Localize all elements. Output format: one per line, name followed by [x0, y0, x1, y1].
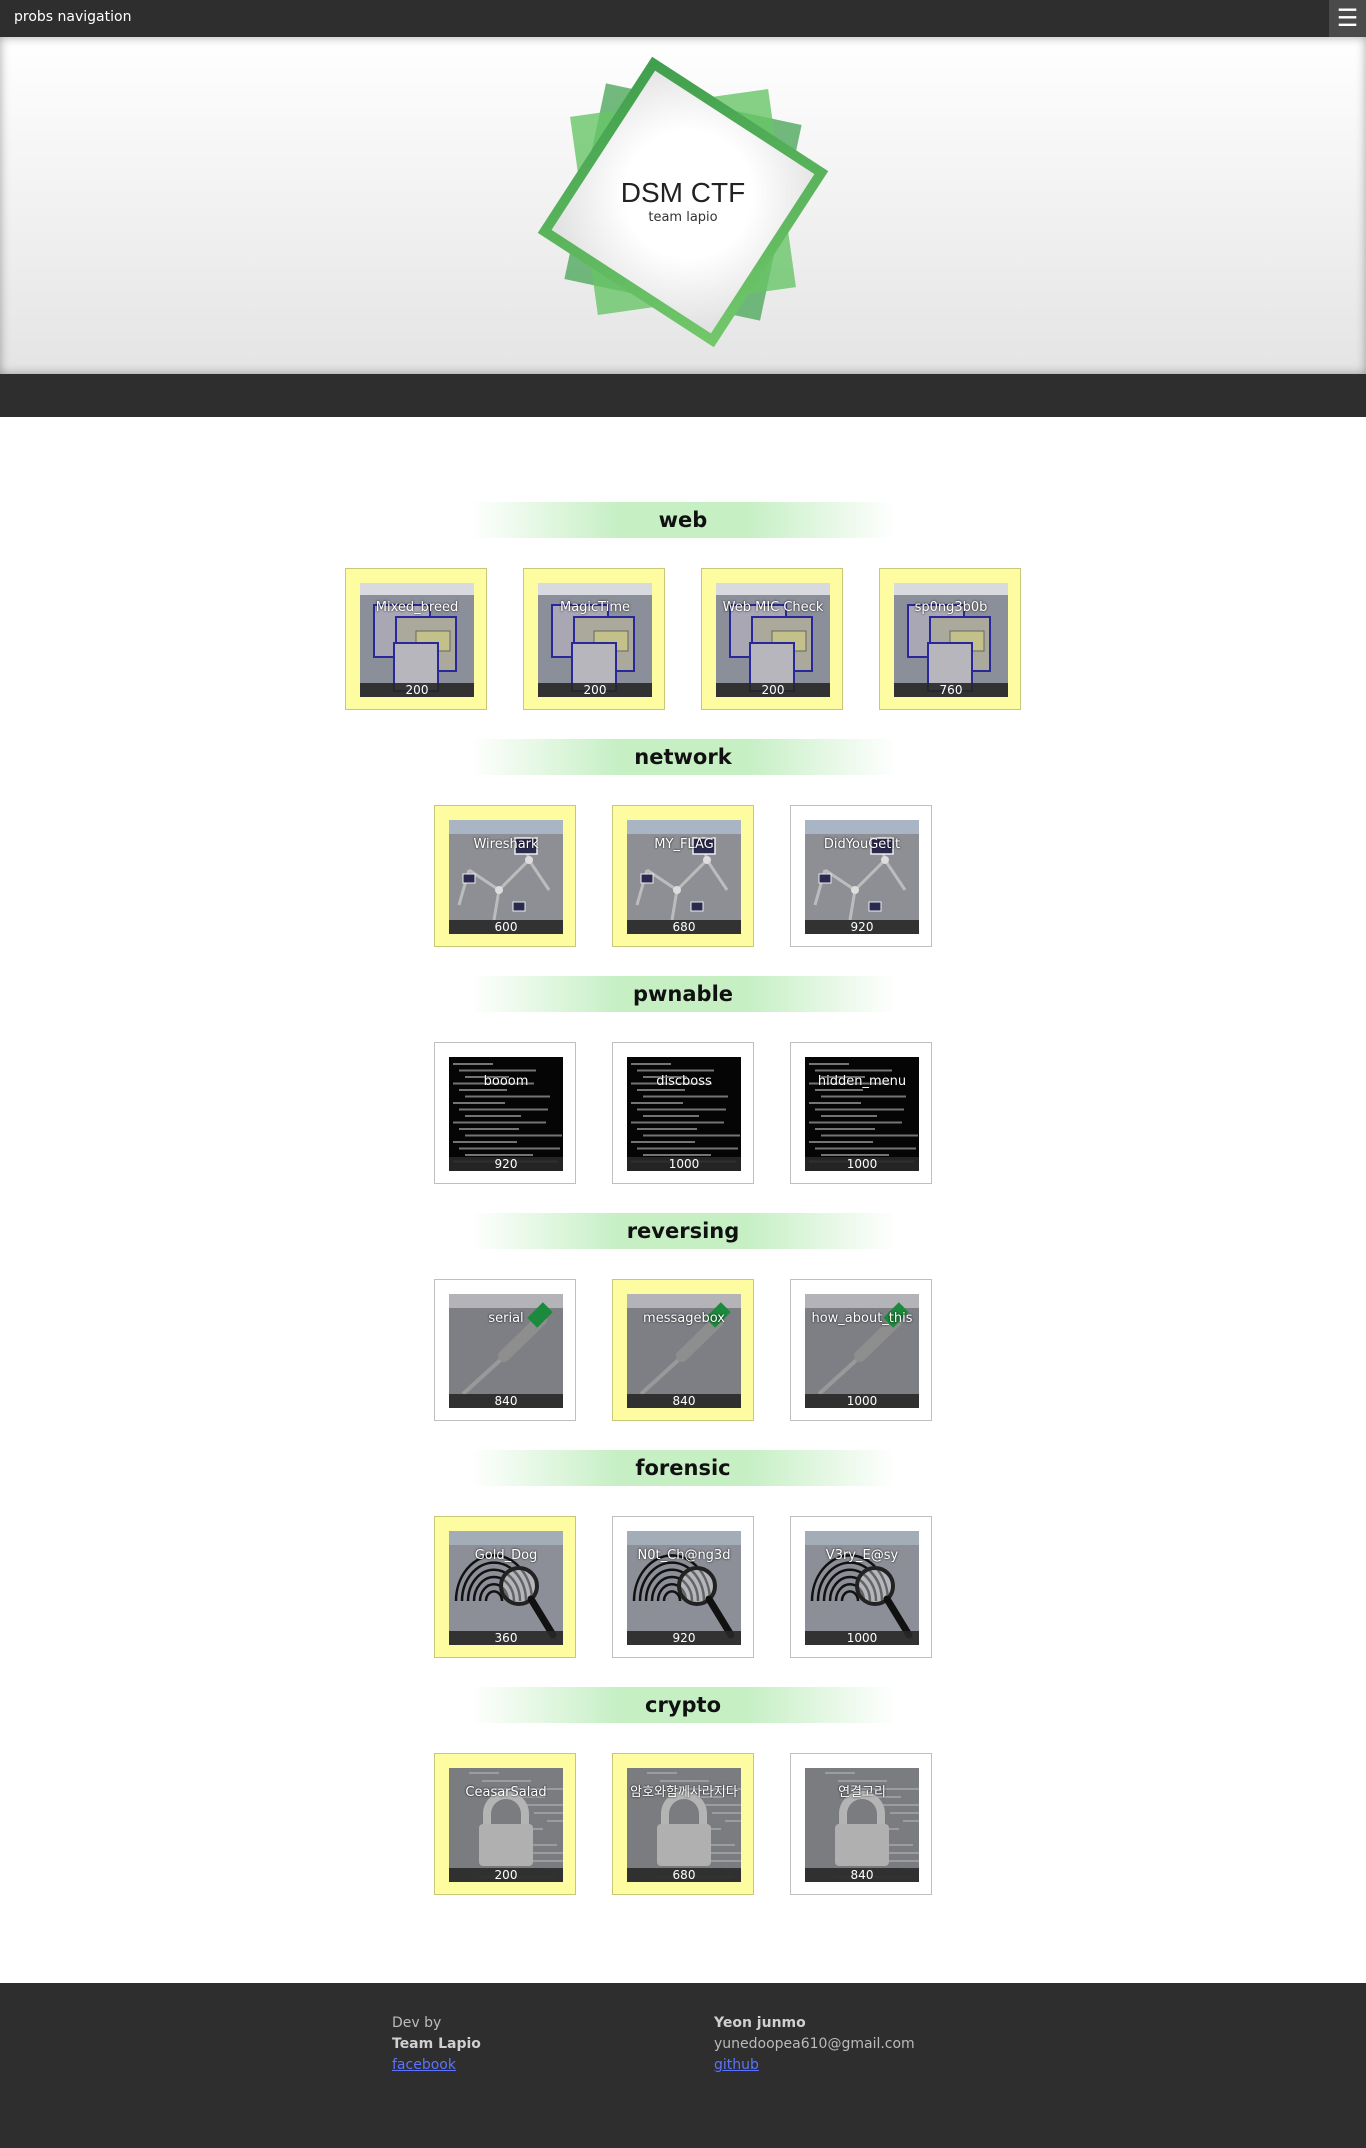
problem-card[interactable]: Web MIC Check 200	[701, 568, 843, 710]
hero-banner: DSM CTF team lapio	[0, 37, 1366, 374]
problem-thumbnail: MagicTime 200	[538, 583, 652, 697]
problem-score: 920	[805, 920, 919, 934]
problem-card[interactable]: Mixed_breed 200	[345, 568, 487, 710]
problem-score: 680	[627, 920, 741, 934]
problem-card[interactable]: MagicTime 200	[523, 568, 665, 710]
problem-score: 1000	[805, 1394, 919, 1408]
category-header-pwnable: pwnable	[470, 976, 896, 1012]
problem-thumbnail: V3ry_E@sy 1000	[805, 1531, 919, 1645]
category-header-forensic: forensic	[470, 1450, 896, 1486]
problem-score: 360	[449, 1631, 563, 1645]
problem-thumbnail: sp0ng3b0b 760	[894, 583, 1008, 697]
hamburger-menu-icon[interactable]: ☰	[1329, 0, 1366, 37]
problem-score: 760	[894, 683, 1008, 697]
problem-thumbnail: serial 840	[449, 1294, 563, 1408]
problem-card[interactable]: 연결고리 840	[790, 1753, 932, 1895]
category-header-web: web	[470, 502, 896, 538]
category-header-crypto: crypto	[470, 1687, 896, 1723]
problem-card[interactable]: discboss 1000	[612, 1042, 754, 1184]
problem-card[interactable]: N0t_Ch@ng3d 920	[612, 1516, 754, 1658]
problem-card[interactable]: serial 840	[434, 1279, 576, 1421]
problem-score: 840	[449, 1394, 563, 1408]
top-nav-bar: probs navigation ☰	[0, 0, 1366, 37]
problem-name: discboss	[656, 1074, 712, 1089]
github-link[interactable]: github	[714, 2057, 759, 2073]
problem-name: sp0ng3b0b	[914, 600, 988, 615]
problem-card[interactable]: CeasarSalad 200	[434, 1753, 576, 1895]
hero-subtitle: team lapio	[648, 210, 718, 225]
problem-name: N0t_Ch@ng3d	[637, 1548, 731, 1563]
problem-thumbnail: messagebox 840	[627, 1294, 741, 1408]
problem-score: 200	[449, 1868, 563, 1882]
category-header-network: network	[470, 739, 896, 775]
problem-score: 840	[627, 1394, 741, 1408]
problem-name: how_about_this	[811, 1311, 913, 1326]
problem-name: Wireshark	[473, 837, 539, 852]
nav-title: probs navigation	[14, 9, 132, 25]
problem-thumbnail: Wireshark 600	[449, 820, 563, 934]
problem-score: 1000	[627, 1157, 741, 1171]
problem-name: Web MIC Check	[722, 600, 824, 615]
problem-score: 200	[538, 683, 652, 697]
footer-author-column: Yeon junmo yunedoopea610@gmail.com githu…	[714, 2013, 915, 2076]
problem-thumbnail: Mixed_breed 200	[360, 583, 474, 697]
problem-card[interactable]: 암호와함께사라지다 680	[612, 1753, 754, 1895]
problem-score: 840	[805, 1868, 919, 1882]
problem-thumbnail: how_about_this 1000	[805, 1294, 919, 1408]
problem-card[interactable]: MY_FLAG 680	[612, 805, 754, 947]
problem-score: 200	[360, 683, 474, 697]
problem-thumbnail: 연결고리 840	[805, 1768, 919, 1882]
footer: Dev by Team Lapio facebook Yeon junmo yu…	[0, 1983, 1366, 2148]
problem-card[interactable]: messagebox 840	[612, 1279, 754, 1421]
problem-name: hidden_menu	[817, 1074, 907, 1089]
problem-score: 1000	[805, 1631, 919, 1645]
problem-score: 920	[627, 1631, 741, 1645]
problem-name: Gold_Dog	[474, 1548, 538, 1563]
problem-score: 200	[716, 683, 830, 697]
problem-name: messagebox	[643, 1311, 725, 1326]
problem-card[interactable]: Wireshark 600	[434, 805, 576, 947]
problem-card[interactable]: DidYouGetit 920	[790, 805, 932, 947]
problem-thumbnail: 암호와함께사라지다 680	[627, 1768, 741, 1882]
problem-score: 1000	[805, 1157, 919, 1171]
problem-thumbnail: CeasarSalad 200	[449, 1768, 563, 1882]
problem-name: CeasarSalad	[465, 1785, 547, 1800]
hero-title: DSM CTF	[620, 177, 746, 208]
problem-card[interactable]: Gold_Dog 360	[434, 1516, 576, 1658]
problem-thumbnail: hidden_menu 1000	[805, 1057, 919, 1171]
footer-email: yunedoopea610@gmail.com	[714, 2036, 915, 2052]
problem-name: MagicTime	[559, 600, 630, 615]
problem-thumbnail: booom 920	[449, 1057, 563, 1171]
problem-thumbnail: Gold_Dog 360	[449, 1531, 563, 1645]
problem-name: serial	[488, 1311, 524, 1326]
category-header-reversing: reversing	[470, 1213, 896, 1249]
problem-card[interactable]: hidden_menu 1000	[790, 1042, 932, 1184]
problem-card[interactable]: booom 920	[434, 1042, 576, 1184]
problem-name: DidYouGetit	[823, 837, 901, 852]
problem-thumbnail: MY_FLAG 680	[627, 820, 741, 934]
problem-score: 600	[449, 920, 563, 934]
footer-team-column: Dev by Team Lapio facebook	[392, 2013, 481, 2076]
hero-bottom-band	[0, 374, 1366, 417]
problem-card[interactable]: sp0ng3b0b 760	[879, 568, 1021, 710]
problem-name: Mixed_breed	[375, 600, 459, 615]
problem-name: booom	[483, 1074, 529, 1089]
footer-author-name: Yeon junmo	[714, 2015, 806, 2031]
problem-card[interactable]: V3ry_E@sy 1000	[790, 1516, 932, 1658]
problem-thumbnail: discboss 1000	[627, 1057, 741, 1171]
facebook-link[interactable]: facebook	[392, 2057, 456, 2073]
problem-score: 920	[449, 1157, 563, 1171]
problem-name: V3ry_E@sy	[825, 1548, 899, 1563]
problem-thumbnail: DidYouGetit 920	[805, 820, 919, 934]
problem-card[interactable]: how_about_this 1000	[790, 1279, 932, 1421]
problem-name: 암호와함께사라지다	[630, 1785, 738, 1800]
problem-thumbnail: N0t_Ch@ng3d 920	[627, 1531, 741, 1645]
footer-dev-by: Dev by	[392, 2015, 442, 2031]
problem-name: 연결고리	[838, 1785, 886, 1800]
problem-score: 680	[627, 1868, 741, 1882]
problem-name: MY_FLAG	[654, 837, 714, 852]
footer-team-name: Team Lapio	[392, 2036, 481, 2052]
problem-thumbnail: Web MIC Check 200	[716, 583, 830, 697]
